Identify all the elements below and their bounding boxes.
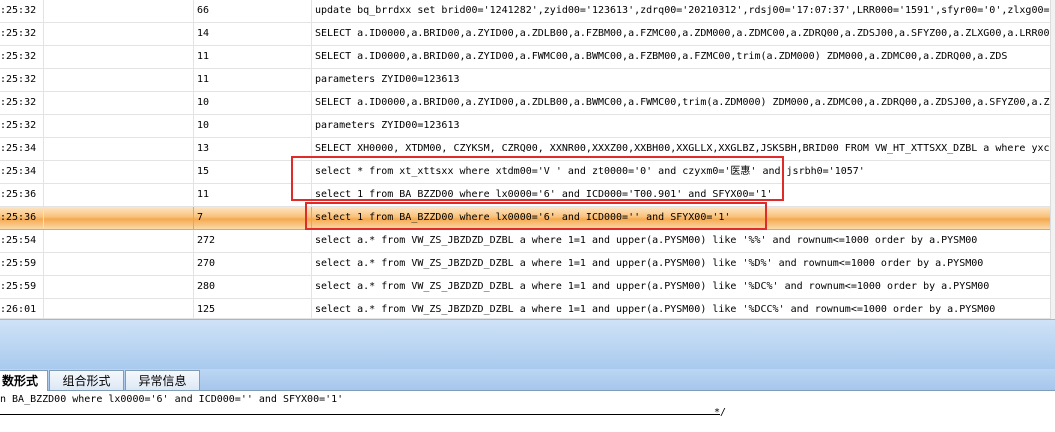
time-cell: :25:32: [0, 92, 44, 114]
time-cell: :26:01: [0, 299, 44, 321]
table-row-selected[interactable]: :25:36 7 select 1 from BA_BZZD00 where l…: [0, 207, 1055, 230]
empty-cell: [44, 115, 194, 137]
table-row[interactable]: :25:59 270 select a.* from VW_ZS_JBZDZD_…: [0, 253, 1055, 276]
time-cell: :25:36: [0, 207, 44, 229]
empty-cell: [44, 138, 194, 160]
sql-cell: SELECT a.ID0000,a.BRID00,a.ZYID00,a.FWMC…: [315, 51, 1008, 62]
duration-cell: 272: [194, 230, 312, 252]
time-cell: :25:32: [0, 23, 44, 45]
table-row[interactable]: :25:34 15 select * from xt_xttsxx where …: [0, 161, 1055, 184]
duration-cell: 10: [194, 92, 312, 114]
duration-cell: 13: [194, 138, 312, 160]
tab-exception-info[interactable]: 异常信息: [125, 370, 200, 390]
empty-cell: [44, 230, 194, 252]
duration-cell: 14: [194, 23, 312, 45]
empty-cell: [44, 184, 194, 206]
sql-cell: select 1 from BA_BZZD00 where lx0000='6'…: [315, 212, 731, 223]
detail-tabbar: 数形式 组合形式 异常信息: [0, 369, 1055, 391]
sql-cell: SELECT XH0000, XTDM00, CZYKSM, CZRQ00, X…: [315, 143, 1050, 154]
empty-cell: [44, 23, 194, 45]
duration-cell: 280: [194, 276, 312, 298]
scrollbar-edge[interactable]: [1050, 0, 1055, 319]
table-row[interactable]: :25:32 11 parameters ZYID00=123613: [0, 69, 1055, 92]
sql-cell: select a.* from VW_ZS_JBZDZD_DZBL a wher…: [315, 281, 990, 292]
sql-cell: select * from xt_xttsxx where xtdm00='V …: [315, 166, 865, 177]
duration-cell: 10: [194, 115, 312, 137]
time-cell: :25:54: [0, 230, 44, 252]
sql-cell: parameters ZYID00=123613: [315, 120, 460, 131]
empty-cell: [44, 46, 194, 68]
sql-trace-window: :25:32 66 update bq_brrdxx set brid00='1…: [0, 0, 1055, 432]
empty-cell: [44, 299, 194, 321]
table-row[interactable]: :25:34 13 SELECT XH0000, XTDM00, CZYKSM,…: [0, 138, 1055, 161]
table-row[interactable]: :25:36 11 select 1 from BA_BZZD00 where …: [0, 184, 1055, 207]
duration-cell: 11: [194, 69, 312, 91]
table-row[interactable]: :25:32 66 update bq_brrdxx set brid00='1…: [0, 0, 1055, 23]
duration-cell: 11: [194, 184, 312, 206]
sql-cell: select 1 from BA_BZZD00 where lx0000='6'…: [315, 189, 773, 200]
sql-detail-text: n BA_BZZD00 where lx0000='6' and ICD000=…: [0, 394, 344, 405]
separator-line: [0, 414, 720, 415]
time-cell: :25:36: [0, 184, 44, 206]
sql-cell: select a.* from VW_ZS_JBZDZD_DZBL a wher…: [315, 304, 996, 315]
sql-detail-pane[interactable]: n BA_BZZD00 where lx0000='6' and ICD000=…: [0, 391, 1055, 432]
duration-cell: 15: [194, 161, 312, 183]
duration-cell: 270: [194, 253, 312, 275]
time-cell: :25:34: [0, 161, 44, 183]
time-cell: :25:32: [0, 115, 44, 137]
time-cell: :25:59: [0, 276, 44, 298]
empty-cell: [44, 276, 194, 298]
table-row[interactable]: :25:32 11 SELECT a.ID0000,a.BRID00,a.ZYI…: [0, 46, 1055, 69]
duration-cell: 66: [194, 0, 312, 22]
empty-cell: [44, 69, 194, 91]
pane-splitter[interactable]: [0, 319, 1055, 369]
empty-cell: [44, 207, 194, 229]
time-cell: :25:59: [0, 253, 44, 275]
sql-cell: parameters ZYID00=123613: [315, 74, 460, 85]
time-cell: :25:32: [0, 46, 44, 68]
comment-end-text: */: [714, 407, 727, 418]
table-row[interactable]: :25:59 280 select a.* from VW_ZS_JBZDZD_…: [0, 276, 1055, 299]
table-row[interactable]: :25:32 14 SELECT a.ID0000,a.BRID00,a.ZYI…: [0, 23, 1055, 46]
table-row[interactable]: :25:32 10 SELECT a.ID0000,a.BRID00,a.ZYI…: [0, 92, 1055, 115]
empty-cell: [44, 161, 194, 183]
sql-cell: update bq_brrdxx set brid00='1241282',zy…: [315, 5, 1055, 16]
sql-cell: select a.* from VW_ZS_JBZDZD_DZBL a wher…: [315, 235, 978, 246]
duration-cell: 11: [194, 46, 312, 68]
time-cell: :25:34: [0, 138, 44, 160]
tab-combined-form[interactable]: 组合形式: [49, 370, 124, 390]
empty-cell: [44, 253, 194, 275]
tab-parameter-form[interactable]: 数形式: [0, 370, 48, 391]
duration-cell: 7: [194, 207, 312, 229]
empty-cell: [44, 0, 194, 22]
table-row[interactable]: :25:54 272 select a.* from VW_ZS_JBZDZD_…: [0, 230, 1055, 253]
sql-cell: SELECT a.ID0000,a.BRID00,a.ZYID00,a.ZDLB…: [315, 28, 1055, 39]
empty-cell: [44, 92, 194, 114]
sql-cell: SELECT a.ID0000,a.BRID00,a.ZYID00,a.ZDLB…: [315, 97, 1055, 108]
time-cell: :25:32: [0, 69, 44, 91]
sql-cell: select a.* from VW_ZS_JBZDZD_DZBL a wher…: [315, 258, 984, 269]
duration-cell: 125: [194, 299, 312, 321]
table-row[interactable]: :26:01 125 select a.* from VW_ZS_JBZDZD_…: [0, 299, 1055, 321]
sql-log-grid: :25:32 66 update bq_brrdxx set brid00='1…: [0, 0, 1055, 321]
time-cell: :25:32: [0, 0, 44, 22]
table-row[interactable]: :25:32 10 parameters ZYID00=123613: [0, 115, 1055, 138]
